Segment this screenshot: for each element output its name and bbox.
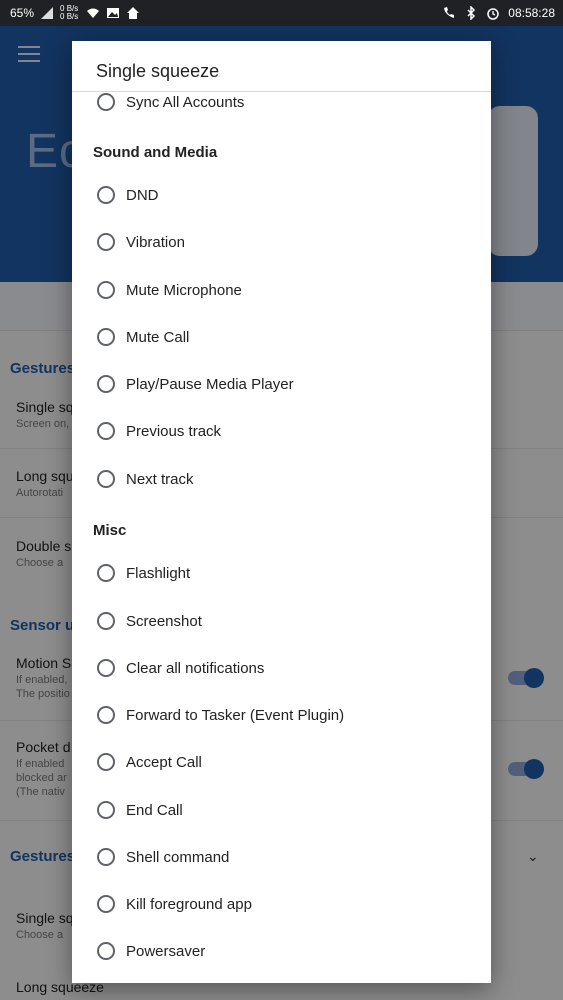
- clock: 08:58:28: [508, 6, 555, 20]
- wifi-icon: [87, 8, 100, 18]
- option-label: Vibration: [126, 233, 185, 251]
- option-sync-all-accounts[interactable]: Sync All Accounts: [97, 86, 244, 118]
- bluetooth-icon: [467, 6, 476, 20]
- option-mute-microphone[interactable]: Mute Microphone: [97, 274, 242, 306]
- option-label: Previous track: [126, 422, 222, 440]
- option-label: Next track: [126, 470, 194, 488]
- image-icon: [107, 8, 120, 18]
- category-header: Sound and Media: [93, 144, 218, 161]
- option-shell-command[interactable]: Shell command: [97, 841, 229, 873]
- option-label: Powersaver: [126, 942, 206, 960]
- wifi-calling-icon: [444, 7, 455, 18]
- option-label: Play/Pause Media Player: [126, 375, 294, 393]
- dialog-title: Single squeeze: [96, 61, 220, 81]
- option-label: Flashlight: [126, 564, 191, 582]
- radio-button[interactable]: [97, 753, 115, 771]
- radio-button[interactable]: [97, 659, 115, 677]
- radio-button[interactable]: [97, 942, 115, 960]
- option-vibration[interactable]: Vibration: [97, 226, 185, 258]
- option-mute-call[interactable]: Mute Call: [97, 321, 189, 353]
- option-dnd[interactable]: DND: [97, 179, 159, 211]
- option-label: Screenshot: [126, 612, 202, 630]
- option-play-pause[interactable]: Play/Pause Media Player: [97, 368, 294, 400]
- option-screenshot[interactable]: Screenshot: [97, 605, 202, 637]
- option-label: Clear all notifications: [126, 659, 265, 677]
- radio-button[interactable]: [97, 422, 115, 440]
- option-label: Forward to Tasker (Event Plugin): [126, 706, 345, 724]
- radio-button[interactable]: [97, 470, 115, 488]
- net-down: 0 B/s: [60, 12, 79, 21]
- single-squeeze-dialog: Single squeeze Sync All Accounts Sound a…: [72, 41, 491, 983]
- status-bar: 65% 0 B/s 0 B/s 08:58:28: [0, 0, 563, 26]
- option-label: Kill foreground app: [126, 895, 252, 913]
- home-icon: [127, 7, 140, 19]
- option-end-call[interactable]: End Call: [97, 794, 183, 826]
- option-clear-notifications[interactable]: Clear all notifications: [97, 652, 264, 684]
- option-powersaver[interactable]: Powersaver: [97, 935, 205, 967]
- category-header: Misc: [93, 522, 127, 539]
- network-speed: 0 B/s 0 B/s: [60, 5, 80, 21]
- option-next-track[interactable]: Next track: [97, 463, 194, 495]
- option-label: Shell command: [126, 848, 230, 866]
- radio-button[interactable]: [97, 93, 115, 111]
- radio-button[interactable]: [97, 233, 115, 251]
- alarm-icon: [487, 8, 500, 20]
- radio-button[interactable]: [97, 328, 115, 346]
- radio-button[interactable]: [97, 281, 115, 299]
- option-flashlight[interactable]: Flashlight: [97, 557, 190, 589]
- option-accept-call[interactable]: Accept Call: [97, 746, 202, 778]
- option-label: End Call: [126, 801, 183, 819]
- option-forward-to-tasker[interactable]: Forward to Tasker (Event Plugin): [97, 699, 344, 731]
- radio-button[interactable]: [97, 895, 115, 913]
- radio-button[interactable]: [97, 564, 115, 582]
- option-label: Mute Call: [126, 328, 190, 346]
- option-previous-track[interactable]: Previous track: [97, 415, 221, 447]
- radio-button[interactable]: [97, 706, 115, 724]
- radio-button[interactable]: [97, 186, 115, 204]
- radio-button[interactable]: [97, 375, 115, 393]
- options-list[interactable]: Sync All Accounts Sound and Media DND Vi…: [72, 92, 491, 983]
- option-label: Sync All Accounts: [126, 93, 245, 111]
- radio-button[interactable]: [97, 801, 115, 819]
- signal-icon: [41, 7, 54, 19]
- radio-button[interactable]: [97, 848, 115, 866]
- battery-level: 65%: [10, 6, 35, 20]
- option-kill-foreground-app[interactable]: Kill foreground app: [97, 888, 252, 920]
- option-label: Accept Call: [126, 753, 202, 771]
- option-label: Mute Microphone: [126, 281, 242, 299]
- radio-button[interactable]: [97, 612, 115, 630]
- option-label: DND: [126, 186, 159, 204]
